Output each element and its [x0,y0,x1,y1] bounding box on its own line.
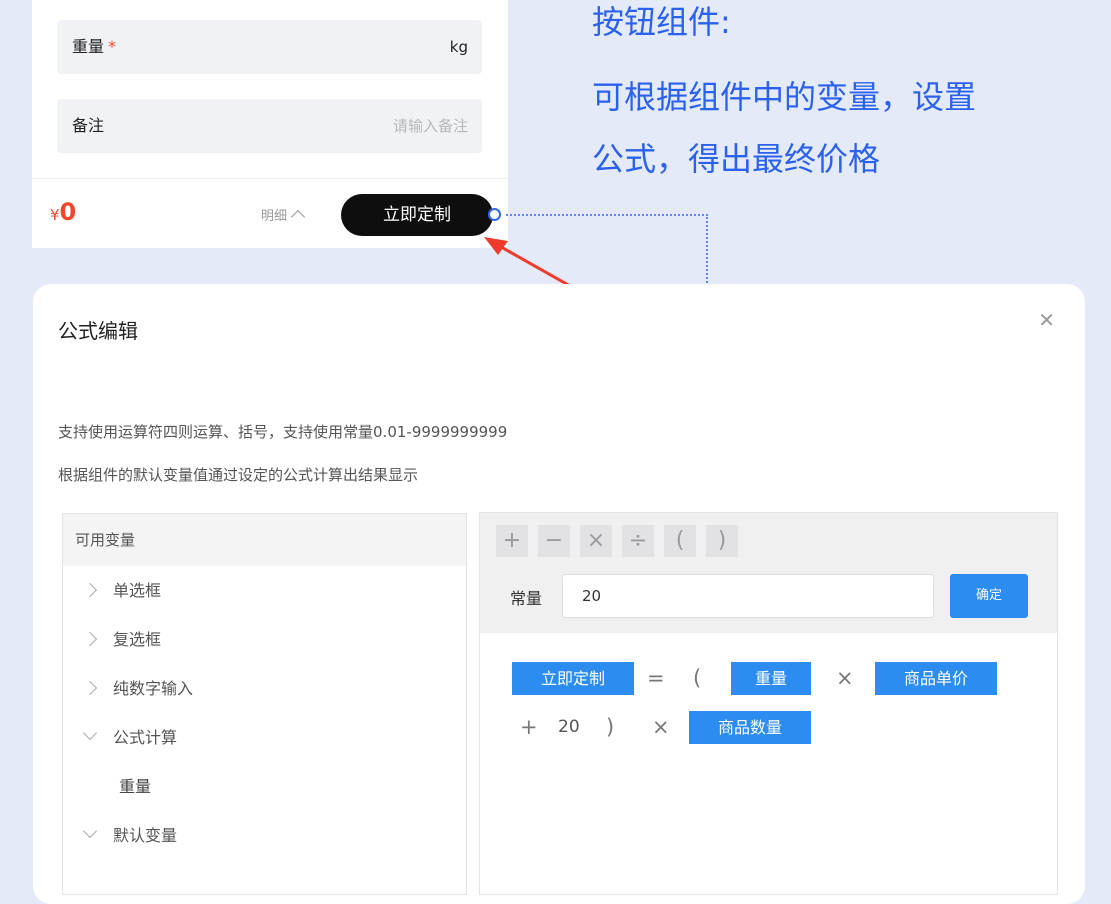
total-price: ¥0 [50,198,76,226]
op-plus-button[interactable]: + [496,525,528,557]
formula-token-weight[interactable]: 重量 [731,662,811,695]
weight-label: 重量 * [72,37,117,56]
currency-symbol: ¥ [50,206,60,224]
confirm-button[interactable]: 确定 [950,574,1028,618]
constant-input[interactable] [562,574,934,618]
required-star: * [108,37,117,56]
chevron-down-icon [82,823,98,839]
chevron-right-icon [82,680,98,696]
annotation-line-1: 可根据组件中的变量，设置 [592,78,977,116]
connector-dot [488,208,501,221]
operator-row: + − × ÷ ( ) [496,525,738,557]
dialog-description-2: 根据组件的默认变量值通过设定的公式计算出结果显示 [58,466,419,484]
variable-panel-header: 可用变量 [63,514,466,566]
dialog-title: 公式编辑 [58,319,138,343]
detail-toggle[interactable]: 明细 [261,205,306,225]
formula-panel: + − × ÷ ( ) 常量 确定 立即定制 = ( 重量 × 商品单价 + 2… [479,512,1058,895]
chevron-right-icon [82,582,98,598]
tree-item-formula[interactable]: 公式计算 [63,713,466,762]
note-label: 备注 [72,116,105,135]
formula-token-unit-price[interactable]: 商品单价 [875,662,997,695]
formula-token-target[interactable]: 立即定制 [512,662,634,695]
tree-item-weight[interactable]: 重量 [63,762,466,811]
formula-expression: 立即定制 = ( 重量 × 商品单价 + 20 ) × 商品数量 [480,633,1057,894]
note-placeholder: 请输入备注 [392,117,468,135]
formula-token-rparen: ) [606,715,615,739]
chevron-up-icon [290,209,306,225]
divider [32,178,508,179]
tree-item-default-vars[interactable]: 默认变量 [63,811,466,860]
formula-token-constant: 20 [558,717,580,737]
tree-item-radio[interactable]: 单选框 [63,566,466,615]
formula-token-plus: + [520,715,538,739]
formula-token-lparen: ( [693,666,702,690]
chevron-right-icon [82,631,98,647]
formula-edit-dialog: 公式编辑 ✕ 支持使用运算符四则运算、括号，支持使用常量0.01-9999999… [33,284,1085,904]
tree-item-label: 公式计算 [113,728,178,747]
op-lparen-button[interactable]: ( [664,525,696,557]
tree-item-number-input[interactable]: 纯数字输入 [63,664,466,713]
op-rparen-button[interactable]: ) [706,525,738,557]
tree-item-label: 复选框 [113,630,162,649]
op-minus-button[interactable]: − [538,525,570,557]
formula-token-quantity[interactable]: 商品数量 [689,711,811,744]
tree-item-label: 单选框 [113,581,162,600]
formula-toolbar: + − × ÷ ( ) 常量 确定 [480,513,1057,633]
tree-item-label: 默认变量 [113,826,178,845]
chevron-down-icon [82,725,98,741]
annotation-line-2: 公式，得出最终价格 [592,140,881,178]
product-form-card: 重量 * kg 备注 请输入备注 ¥0 明细 立即定制 [32,0,508,248]
annotation-title: 按钮组件: [592,3,731,41]
note-field[interactable]: 备注 请输入备注 [57,99,482,153]
tree-item-label: 纯数字输入 [113,679,194,698]
close-icon[interactable]: ✕ [1038,308,1055,332]
weight-unit: kg [449,38,468,56]
tree-item-checkbox[interactable]: 复选框 [63,615,466,664]
op-divide-button[interactable]: ÷ [622,525,654,557]
formula-token-equals: = [647,666,665,690]
constant-label: 常量 [510,589,543,608]
dialog-description-1: 支持使用运算符四则运算、括号，支持使用常量0.01-9999999999 [58,423,508,441]
formula-token-times: × [836,666,854,690]
detail-label: 明细 [261,209,288,224]
formula-token-times: × [652,715,670,739]
price-value: 0 [59,198,77,226]
op-multiply-button[interactable]: × [580,525,612,557]
weight-field[interactable]: 重量 * kg [57,20,482,74]
tree-item-label: 重量 [119,777,152,796]
variable-panel: 可用变量 单选框 复选框 纯数字输入 公式计算 重量 默认变量 [62,513,467,895]
